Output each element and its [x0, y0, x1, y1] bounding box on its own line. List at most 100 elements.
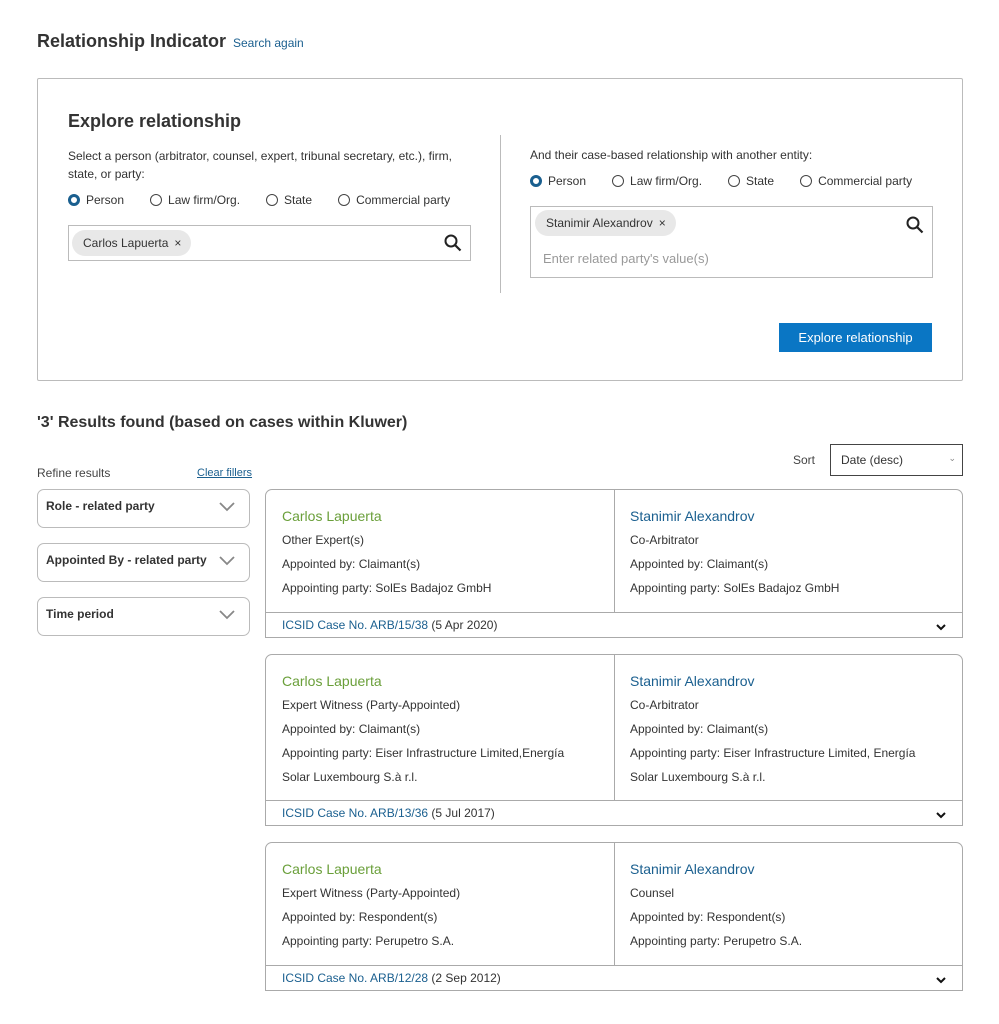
party-name[interactable]: Carlos Lapuerta [282, 861, 460, 877]
explore-panel: Explore relationship Select a person (ar… [37, 78, 963, 381]
refine-results-label: Refine results [37, 466, 111, 480]
right-entity-radios: Person Law firm/Org. State Commercial party [530, 174, 938, 188]
radio-law-firm-org-[interactable]: Law firm/Org. [612, 174, 702, 188]
chevron-down-icon[interactable] [219, 555, 235, 569]
selected-chip: Stanimir Alexandrov × [535, 210, 676, 236]
radio-label: Person [548, 174, 587, 188]
appointing-party: Appointing party: SolEs Badajoz GmbH [282, 581, 492, 595]
appointing-party: Appointing party: Eiser Infrastructure L… [630, 746, 916, 760]
appointing-party: Appointing party: Perupetro S.A. [282, 934, 455, 948]
radio-state[interactable]: State [266, 193, 312, 207]
radio-unchecked-icon[interactable] [800, 175, 813, 187]
party-name[interactable]: Stanimir Alexandrov [630, 861, 802, 877]
appointing-party: Appointing party: Eiser Infrastructure L… [282, 746, 565, 760]
appointing-party: Appointing party: SolEs Badajoz GmbH [630, 581, 840, 595]
related-entity-input[interactable]: Stanimir Alexandrov × Enter related party… [530, 206, 933, 278]
explore-relationship-button[interactable]: Explore relationship [779, 323, 932, 352]
party-role: Expert Witness (Party-Appointed) [282, 886, 461, 900]
radio-label: Law firm/Org. [168, 193, 241, 207]
sort-label: Sort [793, 453, 816, 467]
remove-chip-icon[interactable]: × [174, 236, 181, 250]
radio-law-firm-org-[interactable]: Law firm/Org. [150, 193, 240, 207]
radio-unchecked-icon[interactable] [266, 194, 279, 206]
radio-commercial-party[interactable]: Commercial party [800, 174, 912, 188]
clear-filters-link[interactable]: Clear fillers [197, 467, 252, 479]
filter-label: Appointed By - related party [46, 553, 207, 567]
radio-commercial-party[interactable]: Commercial party [338, 193, 450, 207]
case-link[interactable]: ICSID Case No. ARB/15/38 [282, 618, 428, 632]
expand-chevron-icon[interactable] [936, 808, 946, 822]
right-party-details: Stanimir Alexandrov Co-Arbitrator Appointe… [614, 655, 931, 807]
radio-unchecked-icon[interactable] [338, 194, 351, 206]
right-description: And their case-based relationship with a… [530, 148, 813, 162]
left-description: Select a person (arbitrator, counsel, ex… [68, 149, 452, 181]
primary-entity-input[interactable]: Carlos Lapuerta × [68, 225, 471, 261]
radio-label: State [284, 193, 313, 207]
case-footer[interactable]: ICSID Case No. ARB/12/28 (2 Sep 2012) [266, 965, 962, 990]
appointing-party: Appointing party: Perupetro S.A. [630, 934, 803, 948]
appointing-party: Solar Luxembourg S.à r.l. [282, 770, 418, 784]
chevron-down-icon[interactable] [219, 501, 235, 515]
radio-label: State [746, 174, 775, 188]
party-role: Co-Arbitrator [630, 533, 699, 547]
radio-person[interactable]: Person [530, 174, 586, 188]
filter-label: Role - related party [46, 499, 155, 513]
right-party-details: Stanimir Alexandrov Co-Arbitrator Appointe… [614, 490, 855, 618]
radio-label: Commercial party [356, 193, 451, 207]
case-link[interactable]: ICSID Case No. ARB/12/28 [282, 971, 428, 985]
remove-chip-icon[interactable]: × [659, 216, 666, 230]
left-party-details: Carlos Lapuerta Expert Witness (Party-App… [266, 655, 580, 807]
filter-accordion[interactable]: Time period [37, 597, 250, 636]
result-card: Carlos Lapuerta Expert Witness (Party-App… [265, 842, 963, 991]
radio-checked-icon[interactable] [530, 175, 542, 187]
filter-accordion[interactable]: Role - related party [37, 489, 250, 528]
appointing-party: Solar Luxembourg S.à r.l. [630, 770, 766, 784]
expand-chevron-icon[interactable] [936, 973, 946, 987]
appointed-by: Appointed by: Respondent(s) [630, 910, 786, 924]
party-name[interactable]: Carlos Lapuerta [282, 673, 564, 689]
radio-label: Law firm/Org. [630, 174, 703, 188]
radio-unchecked-icon[interactable] [728, 175, 741, 187]
radio-unchecked-icon[interactable] [150, 194, 163, 206]
case-footer[interactable]: ICSID Case No. ARB/15/38 (5 Apr 2020) [266, 612, 962, 637]
chip-label: Carlos Lapuerta [83, 236, 169, 250]
selected-chip: Carlos Lapuerta × [72, 230, 192, 256]
party-role: Co-Arbitrator [630, 698, 699, 712]
chevron-down-icon: ⌄ [948, 453, 956, 463]
sort-value: Date (desc) [841, 453, 904, 467]
search-icon[interactable] [444, 234, 462, 252]
sort-select[interactable]: Date (desc) ⌄ [830, 444, 963, 476]
radio-unchecked-icon[interactable] [612, 175, 625, 187]
left-party-details: Carlos Lapuerta Expert Witness (Party-App… [266, 843, 476, 971]
related-party-placeholder: Enter related party's value(s) [543, 251, 709, 266]
party-role: Other Expert(s) [282, 533, 365, 547]
panel-divider [500, 135, 501, 293]
search-again-link[interactable]: Search again [233, 36, 304, 50]
case-footer[interactable]: ICSID Case No. ARB/13/36 (5 Jul 2017) [266, 800, 962, 825]
party-role: Counsel [630, 886, 675, 900]
case-link[interactable]: ICSID Case No. ARB/13/36 [282, 806, 428, 820]
result-card: Carlos Lapuerta Other Expert(s) Appointed … [265, 489, 963, 638]
appointed-by: Appointed by: Claimant(s) [282, 557, 421, 571]
expand-chevron-icon[interactable] [936, 620, 946, 634]
party-role: Expert Witness (Party-Appointed) [282, 698, 461, 712]
filter-accordion[interactable]: Appointed By - related party [37, 543, 250, 582]
radio-state[interactable]: State [728, 174, 774, 188]
chip-label: Stanimir Alexandrov [546, 216, 653, 230]
case-date: (2 Sep 2012) [431, 971, 501, 985]
party-name[interactable]: Carlos Lapuerta [282, 508, 491, 524]
appointed-by: Appointed by: Claimant(s) [630, 722, 769, 736]
results-heading: '3' Results found (based on cases within… [37, 414, 408, 431]
search-icon[interactable] [906, 216, 924, 234]
page-title: Relationship Indicator [37, 31, 227, 51]
party-name[interactable]: Stanimir Alexandrov [630, 673, 915, 689]
left-party-details: Carlos Lapuerta Other Expert(s) Appointed … [266, 490, 507, 618]
radio-person[interactable]: Person [68, 193, 124, 207]
result-card: Carlos Lapuerta Expert Witness (Party-App… [265, 654, 963, 826]
chevron-down-icon[interactable] [219, 609, 235, 623]
appointed-by: Appointed by: Respondent(s) [282, 910, 438, 924]
radio-checked-icon[interactable] [68, 194, 80, 206]
appointed-by: Appointed by: Claimant(s) [630, 557, 769, 571]
radio-label: Person [86, 193, 125, 207]
party-name[interactable]: Stanimir Alexandrov [630, 508, 839, 524]
